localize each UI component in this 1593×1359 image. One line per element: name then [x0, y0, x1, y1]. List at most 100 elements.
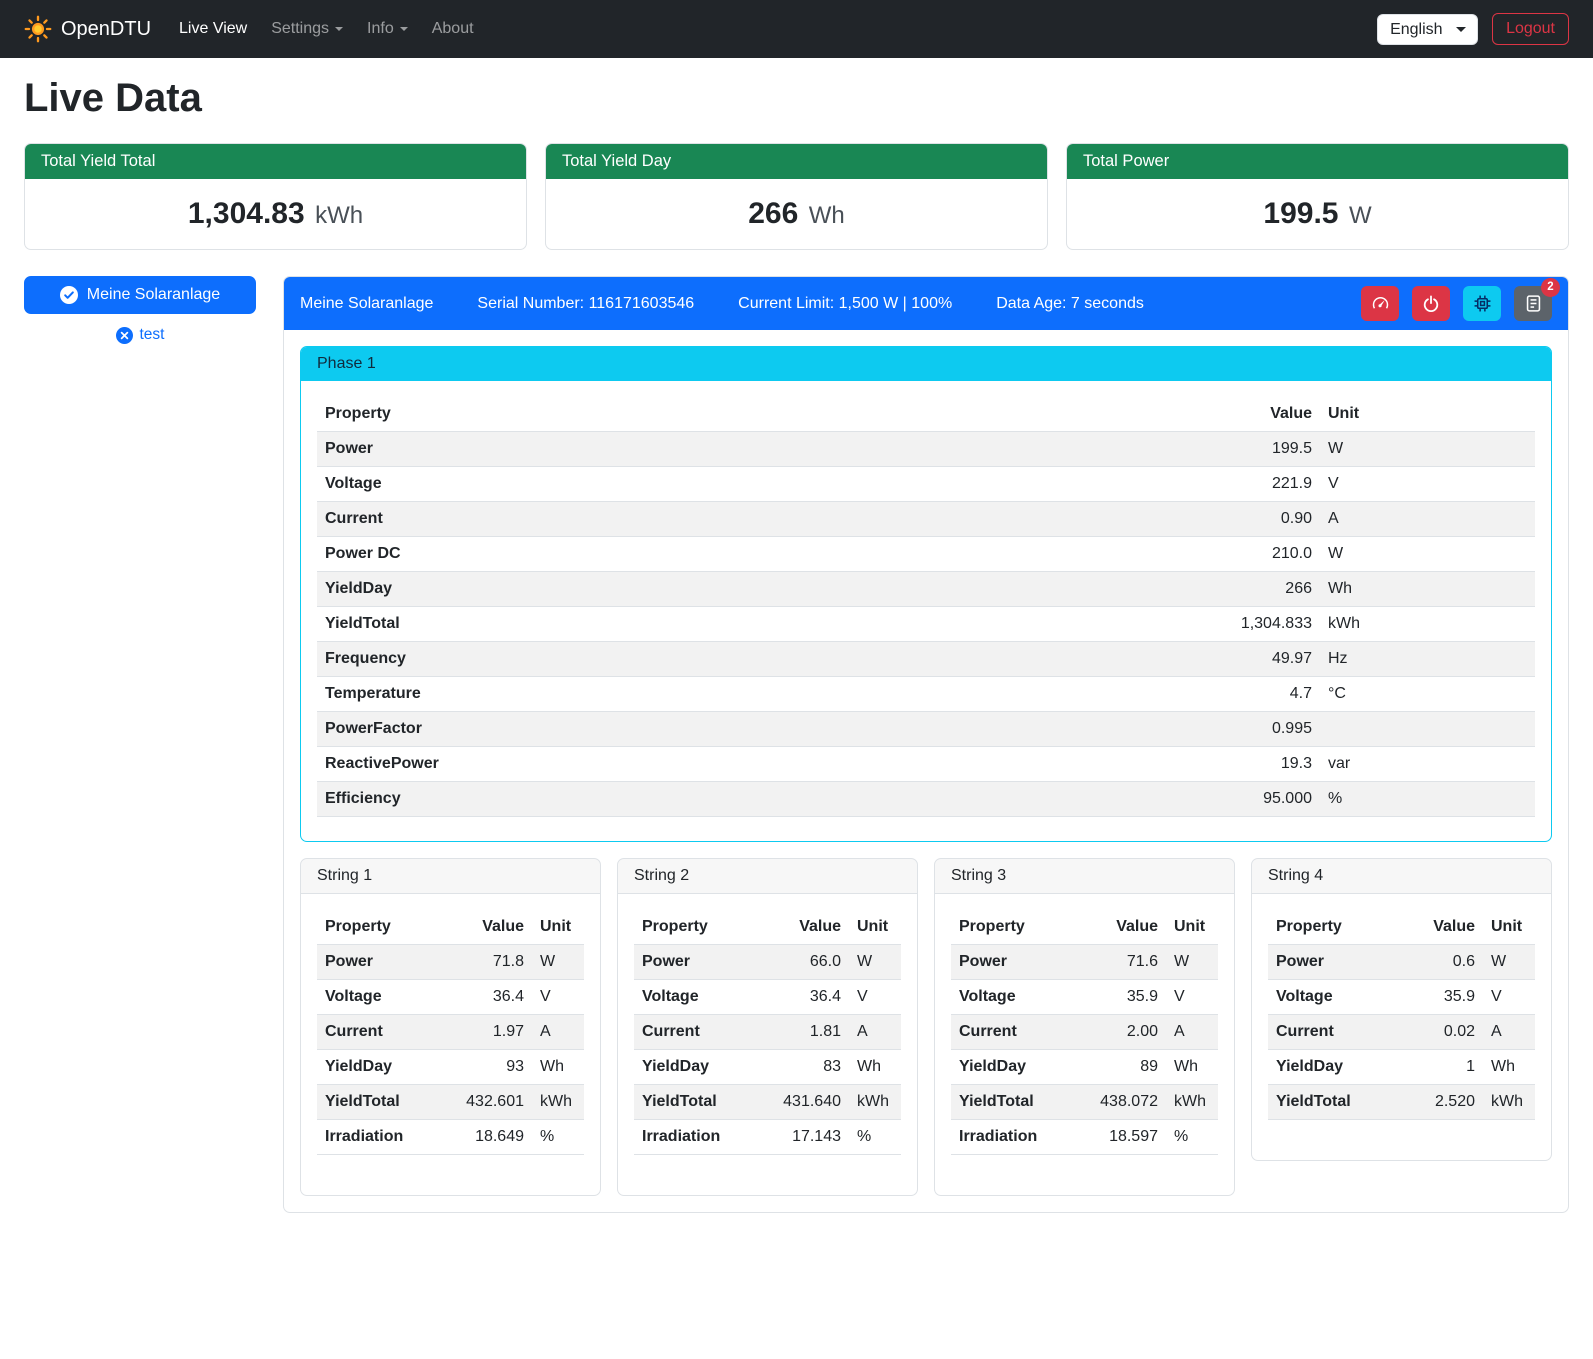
string-3-card: String 3 Property Value Unit	[934, 858, 1235, 1196]
device-info-button[interactable]	[1463, 286, 1501, 321]
nav-item-live-view[interactable]: Live View	[169, 12, 257, 46]
table-row: Current2.00A	[951, 1015, 1218, 1050]
summary-cards: Total Yield Total 1,304.83 kWh Total Yie…	[24, 143, 1569, 250]
table-row: Voltage35.9V	[1268, 980, 1535, 1015]
table-cell-val: 66.0	[765, 945, 849, 980]
table-cell-unit: var	[1320, 747, 1535, 782]
total-yield-total-card: Total Yield Total 1,304.83 kWh	[24, 143, 527, 250]
brand[interactable]: OpenDTU	[24, 15, 151, 43]
table-cell-val: 266	[1170, 572, 1320, 607]
table-cell-unit: Wh	[849, 1050, 901, 1085]
table-cell-val: 0.90	[1170, 502, 1320, 537]
nav-links: Live View Settings Info About	[169, 12, 484, 46]
sidebar-item-meine-solaranlage[interactable]: Meine Solaranlage	[24, 276, 256, 314]
table-cell-unit: %	[532, 1120, 584, 1155]
inverter-card: Meine Solaranlage Serial Number: 1161716…	[283, 276, 1569, 1213]
table-cell-val: 18.649	[448, 1120, 532, 1155]
table-row: Current0.02A	[1268, 1015, 1535, 1050]
table-cell-prop: Irradiation	[634, 1120, 765, 1155]
sidebar-item-test[interactable]: test	[24, 326, 256, 344]
table-cell-prop: ReactivePower	[317, 747, 1170, 782]
total-power-card: Total Power 199.5 W	[1066, 143, 1569, 250]
string-2-card: String 2 Property Value Unit	[617, 858, 918, 1196]
limit-settings-button[interactable]	[1361, 286, 1399, 321]
power-button[interactable]	[1412, 286, 1450, 321]
table-cell-prop: Current	[1268, 1015, 1399, 1050]
logout-button[interactable]: Logout	[1492, 13, 1569, 45]
column-header-unit: Unit	[532, 910, 584, 945]
table-cell-unit: %	[1320, 782, 1535, 817]
brand-label: OpenDTU	[61, 18, 151, 41]
table-row: Frequency49.97Hz	[317, 642, 1535, 677]
table-row: Irradiation18.649%	[317, 1120, 584, 1155]
card-body: 266 Wh	[546, 179, 1047, 249]
table-cell-val: 221.9	[1170, 467, 1320, 502]
table-cell-unit: A	[1483, 1015, 1535, 1050]
check-circle-icon	[60, 286, 78, 304]
table-row: Power0.6W	[1268, 945, 1535, 980]
table-cell-val: 35.9	[1082, 980, 1166, 1015]
inverter-name: Meine Solaranlage	[300, 295, 433, 313]
event-log-icon	[1524, 294, 1543, 313]
string-title: String 4	[1252, 859, 1551, 894]
table-cell-unit: kWh	[849, 1085, 901, 1120]
table-row: YieldTotal1,304.833kWh	[317, 607, 1535, 642]
nav-item-info[interactable]: Info	[357, 12, 418, 46]
table-cell-val: 2.00	[1082, 1015, 1166, 1050]
card-title: Total Power	[1067, 144, 1568, 179]
table-row: Power71.6W	[951, 945, 1218, 980]
table-row: Temperature4.7°C	[317, 677, 1535, 712]
table-row: YieldDay89Wh	[951, 1050, 1218, 1085]
table-row: Power71.8W	[317, 945, 584, 980]
table-cell-prop: Current	[317, 502, 1170, 537]
table-cell-val: 0.02	[1399, 1015, 1483, 1050]
table-cell-prop: YieldTotal	[634, 1085, 765, 1120]
table-cell-unit: Hz	[1320, 642, 1535, 677]
inverter-sidebar: Meine Solaranlage test	[24, 276, 256, 344]
nav-item-info-label: Info	[367, 20, 394, 37]
card-body: 199.5 W	[1067, 179, 1568, 249]
table-cell-prop: YieldDay	[317, 1050, 448, 1085]
table-cell-val: 71.8	[448, 945, 532, 980]
nav-item-settings[interactable]: Settings	[261, 12, 353, 46]
table-cell-unit: W	[849, 945, 901, 980]
column-header-value: Value	[1399, 910, 1483, 945]
table-cell-unit: V	[1166, 980, 1218, 1015]
table-cell-prop: Power	[634, 945, 765, 980]
events-button[interactable]: 2	[1514, 286, 1552, 321]
column-header-value: Value	[765, 910, 849, 945]
table-row: YieldDay83Wh	[634, 1050, 901, 1085]
content-row: Meine Solaranlage test Meine Solaranlage…	[24, 276, 1569, 1213]
nav-item-about[interactable]: About	[422, 12, 484, 46]
table-header-row: Property Value Unit	[317, 397, 1535, 432]
table-cell-unit: V	[532, 980, 584, 1015]
column-header-property: Property	[317, 910, 448, 945]
total-yield-total-value: 1,304.83	[188, 197, 305, 230]
events-badge: 2	[1541, 278, 1560, 297]
string-body: Property Value Unit Power71.8WVoltage36.…	[301, 894, 600, 1195]
table-cell-unit: Wh	[1320, 572, 1535, 607]
table-cell-val: 83	[765, 1050, 849, 1085]
table-cell-unit: V	[849, 980, 901, 1015]
phase-table: Property Value Unit Power199.5WVoltage22…	[317, 397, 1535, 817]
table-cell-val: 35.9	[1399, 980, 1483, 1015]
table-row: Power66.0W	[634, 945, 901, 980]
inverter-serial: Serial Number: 116171603546	[477, 295, 694, 313]
table-row: Current1.81A	[634, 1015, 901, 1050]
table-cell-unit: V	[1320, 467, 1535, 502]
main-column: Meine Solaranlage Serial Number: 1161716…	[283, 276, 1569, 1213]
x-circle-icon	[116, 327, 133, 344]
top-navbar: OpenDTU Live View Settings Info About En…	[0, 0, 1593, 58]
gauge-icon	[1371, 294, 1390, 313]
table-cell-val: 1.97	[448, 1015, 532, 1050]
table-row: YieldTotal2.520kWh	[1268, 1085, 1535, 1120]
table-cell-unit: W	[532, 945, 584, 980]
language-select[interactable]: English	[1377, 14, 1478, 45]
table-row: ReactivePower19.3var	[317, 747, 1535, 782]
table-cell-val: 0.6	[1399, 945, 1483, 980]
table-header-row: Property Value Unit	[951, 910, 1218, 945]
total-yield-day-unit: Wh	[809, 202, 845, 229]
table-cell-prop: YieldDay	[317, 572, 1170, 607]
table-cell-val: 36.4	[448, 980, 532, 1015]
table-cell-unit: W	[1320, 432, 1535, 467]
